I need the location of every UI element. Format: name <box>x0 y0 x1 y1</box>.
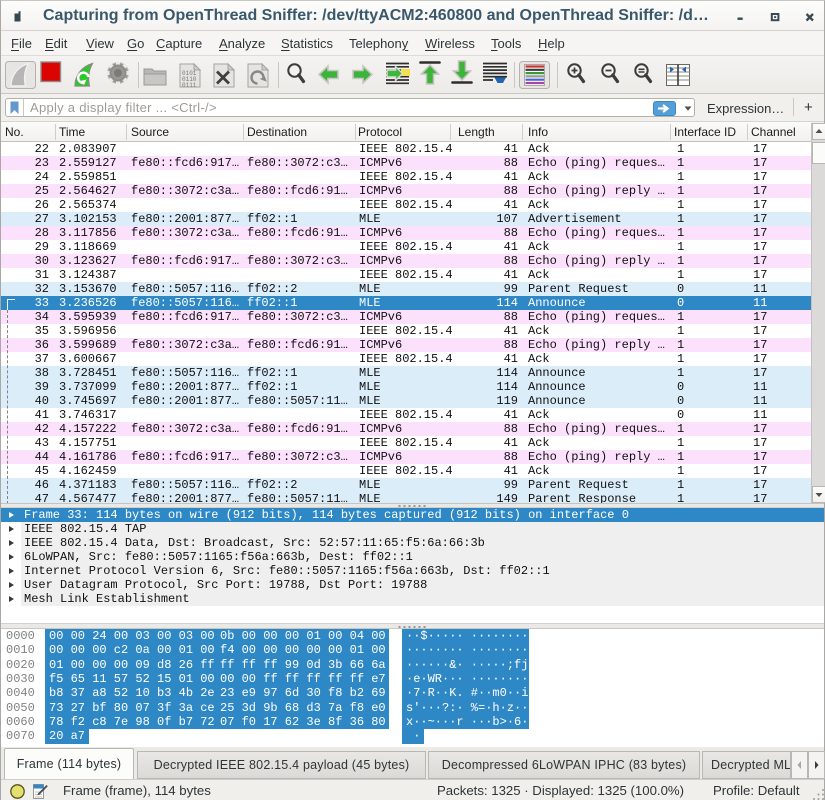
svg-text:0111: 0111 <box>182 82 197 89</box>
